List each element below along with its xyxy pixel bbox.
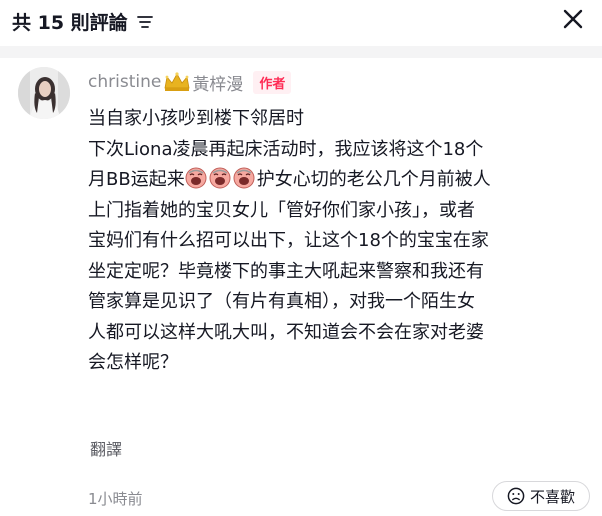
- comments-header: 共 15 則評論: [0, 0, 602, 46]
- avatar[interactable]: [18, 67, 70, 119]
- comment-line: 下次Liona凌晨再起床活动时，我应该将这个18个: [88, 138, 484, 160]
- close-icon: [563, 9, 583, 29]
- sort-lines-icon[interactable]: [136, 13, 154, 31]
- crying-face-emoji-icon: [233, 167, 255, 189]
- comment-line: 管家算是见识了（有片有真相），对我一个陌生女: [88, 291, 475, 312]
- close-button[interactable]: [556, 2, 590, 36]
- author-row: christine 黃梓漫 作者: [88, 70, 292, 95]
- sad-face-icon: [507, 487, 525, 505]
- header-divider: [0, 46, 602, 58]
- comment-count-label: 共 15 則評論: [12, 12, 128, 34]
- translate-link[interactable]: 翻譯: [90, 436, 122, 460]
- comment-line: 会怎样呢？: [88, 352, 178, 373]
- comment-line: 月BB运起来 护女心切的老公几个月前被人: [88, 165, 590, 196]
- author-name-secondary[interactable]: 黃梓漫: [192, 70, 243, 95]
- crying-face-emoji-icon: [209, 167, 231, 189]
- comment-text: 当自家小孩吵到楼下邻居时 下次Liona凌晨再起床活动时，我应该将这个18个 月…: [88, 104, 590, 379]
- author-name[interactable]: christine: [88, 72, 161, 92]
- author-badge: 作者: [253, 70, 292, 94]
- comment-timestamp: 1小時前: [88, 490, 143, 508]
- crown-icon: [162, 71, 192, 93]
- comment-line-segment: 护女心切的老公几个月前被人: [256, 169, 491, 190]
- comment-line: 人都可以这样大吼大叫，不知道会不会在家对老婆: [88, 321, 484, 343]
- crying-face-emoji-icon: [185, 167, 207, 189]
- comment-line: 上门指着她的宝贝女儿「管好你们家小孩」，或者: [88, 199, 475, 221]
- comment-line: 宝妈们有什么招可以出下，让这个18个的宝宝在家: [88, 230, 489, 251]
- comment-line: 坐定定呢？毕竟楼下的事主大吼起来警察和我还有: [88, 260, 484, 282]
- comments-title: 共 15 則評論: [12, 8, 154, 35]
- dislike-button[interactable]: 不喜歡: [492, 481, 590, 511]
- comment-line-segment: 月BB运起来: [88, 169, 185, 190]
- dislike-label: 不喜歡: [529, 487, 575, 506]
- comment-line: 当自家小孩吵到楼下邻居时: [88, 108, 304, 129]
